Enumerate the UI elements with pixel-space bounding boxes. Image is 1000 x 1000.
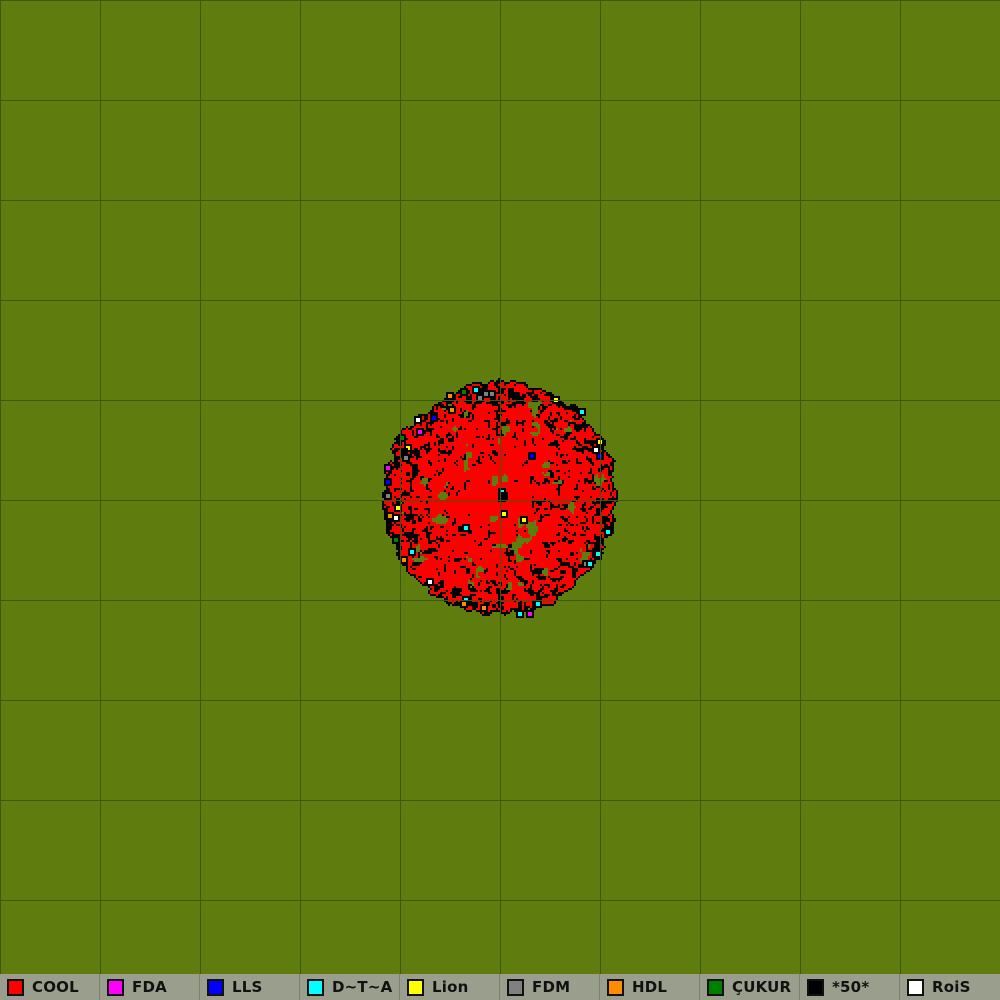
legend-color-swatch-icon [407,979,424,996]
legend-color-swatch-icon [307,979,324,996]
legend-item-label: Lion [432,980,468,995]
legend-item[interactable]: LLS [200,974,300,1000]
legend-color-swatch-icon [907,979,924,996]
legend-item-label: *50* [832,980,869,995]
legend-item[interactable]: *50* [800,974,900,1000]
legend-item[interactable]: ÇUKUR [700,974,800,1000]
legend-item-label: COOL [32,980,79,995]
legend-item[interactable]: FDA [100,974,200,1000]
legend-item[interactable]: COOL [0,974,100,1000]
legend-item[interactable]: HDL [600,974,700,1000]
legend-color-swatch-icon [707,979,724,996]
legend-item-label: HDL [632,980,667,995]
legend-item-label: LLS [232,980,263,995]
legend-item-label: FDM [532,980,570,995]
legend-item[interactable]: Lion [400,974,500,1000]
legend-item-label: ÇUKUR [732,980,791,995]
legend-color-swatch-icon [607,979,624,996]
player-legend-bar: COOL FDA LLS D~T~A Lion FDM HDL ÇUKUR *50* RoiS [0,974,1000,1000]
legend-item-label: D~T~A [332,980,392,995]
map-area[interactable] [0,0,1000,974]
territory-layer[interactable] [0,0,1000,974]
legend-item-label: FDA [132,980,167,995]
legend-color-swatch-icon [7,979,24,996]
legend-color-swatch-icon [807,979,824,996]
territory-game-screen: COOL FDA LLS D~T~A Lion FDM HDL ÇUKUR *50* RoiS [0,0,1000,1000]
legend-item[interactable]: FDM [500,974,600,1000]
legend-item[interactable]: D~T~A [300,974,400,1000]
legend-item[interactable]: RoiS [900,974,1000,1000]
legend-color-swatch-icon [107,979,124,996]
legend-color-swatch-icon [207,979,224,996]
legend-color-swatch-icon [507,979,524,996]
legend-item-label: RoiS [932,980,971,995]
